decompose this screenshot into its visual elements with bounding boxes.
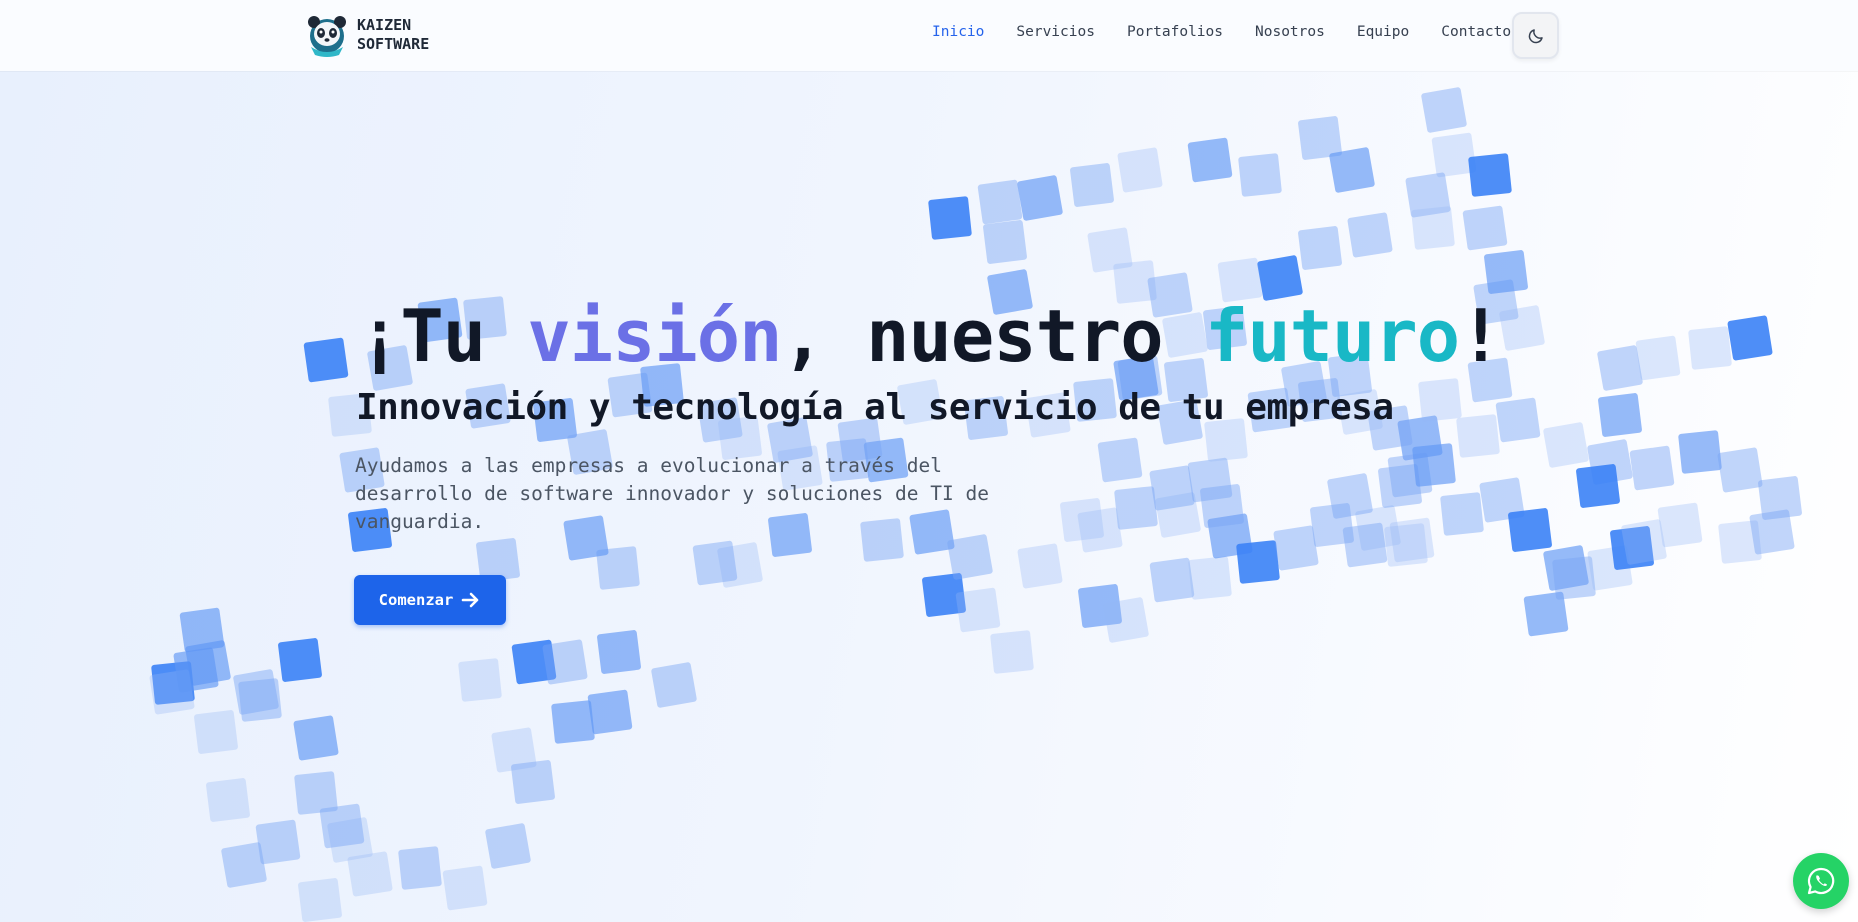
nav-item-contactos[interactable]: Contactos <box>1441 24 1520 40</box>
hero-title-part3: ! <box>1459 294 1502 378</box>
panda-logo-icon <box>308 16 346 57</box>
decorative-tile <box>277 637 323 683</box>
decorative-tile <box>1678 430 1722 474</box>
theme-toggle-button[interactable] <box>1512 12 1559 59</box>
decorative-tile <box>990 630 1034 674</box>
arrow-right-icon <box>461 591 481 609</box>
decorative-tile <box>1412 443 1456 487</box>
decorative-tile <box>1597 392 1643 438</box>
decorative-tile <box>1507 507 1553 553</box>
decorative-tile <box>955 587 1001 633</box>
decorative-tile <box>398 846 442 890</box>
decorative-tile <box>1688 326 1732 370</box>
brand-logo[interactable]: KAIZEN SOFTWARE <box>305 13 429 57</box>
decorative-tile <box>1236 540 1280 584</box>
decorative-tile <box>484 822 532 870</box>
decorative-tile <box>173 647 219 693</box>
decorative-tile <box>1495 397 1541 443</box>
decorative-tile <box>297 877 343 922</box>
decorative-tile <box>1498 304 1546 352</box>
decorative-tile <box>1757 475 1803 521</box>
decorative-tile <box>1629 445 1675 491</box>
nav-item-equipo[interactable]: Equipo <box>1357 24 1409 40</box>
decorative-tile <box>1542 421 1590 469</box>
decorative-tile <box>294 771 338 815</box>
decorative-tile <box>1238 153 1282 197</box>
decorative-tile <box>1456 414 1500 458</box>
decorative-tile <box>232 668 280 716</box>
main-nav: Inicio Servicios Portafolios Nosotros Eq… <box>932 24 1552 40</box>
decorative-tile <box>179 607 225 653</box>
decorative-tile <box>1114 486 1158 530</box>
decorative-tile <box>692 540 738 586</box>
decorative-tile <box>1097 437 1143 483</box>
decorative-tile <box>1462 205 1508 251</box>
decorative-tile <box>982 219 1028 265</box>
decorative-tile <box>293 715 339 761</box>
hero-title: ¡Tu visión, nuestro futuro! <box>358 294 1502 378</box>
decorative-tile <box>255 819 301 865</box>
decorative-tile <box>928 196 972 240</box>
decorative-tile <box>596 629 642 675</box>
decorative-tile <box>1326 472 1374 520</box>
nav-item-portafolios[interactable]: Portafolios <box>1127 24 1223 40</box>
decorative-tile <box>1657 502 1703 548</box>
decorative-tile <box>551 700 595 744</box>
decorative-tile <box>1187 137 1233 183</box>
decorative-tile <box>1016 174 1064 222</box>
decorative-tile <box>1384 523 1428 567</box>
nav-item-nosotros[interactable]: Nosotros <box>1255 24 1325 40</box>
decorative-tile <box>1420 86 1468 134</box>
decorative-tile <box>1059 497 1105 543</box>
decorative-tile <box>1017 543 1063 589</box>
decorative-tile <box>1347 212 1393 258</box>
decorative-tile <box>1102 596 1150 644</box>
decorative-tile <box>946 533 994 581</box>
brand-name-line1: KAIZEN <box>357 16 412 34</box>
decorative-tile <box>442 865 488 911</box>
hero-subtitle: Innovación y tecnología al servicio de t… <box>356 387 1394 428</box>
decorative-tile <box>458 658 502 702</box>
decorative-tile <box>510 759 556 805</box>
hero-title-part2: , nuestro <box>781 294 1205 378</box>
decorative-tile <box>1149 465 1195 511</box>
decorative-tile <box>1188 556 1232 600</box>
decorative-tile <box>587 689 633 735</box>
decorative-tile <box>1328 146 1376 194</box>
site-header: KAIZEN SOFTWARE Inicio Servicios Portafo… <box>0 0 1858 71</box>
decorative-tile <box>1717 447 1763 493</box>
comenzar-button-label: Comenzar <box>378 591 454 609</box>
moon-icon <box>1528 28 1543 43</box>
decorative-tile <box>193 709 239 755</box>
decorative-tile <box>303 337 349 383</box>
brand-name: KAIZEN SOFTWARE <box>357 16 429 54</box>
decorative-tile <box>977 179 1023 225</box>
decorative-tile <box>1727 315 1773 361</box>
decorative-tile <box>1342 522 1388 568</box>
decorative-tile <box>1187 457 1233 503</box>
nav-item-servicios[interactable]: Servicios <box>1016 24 1095 40</box>
brand-name-line2: SOFTWARE <box>357 35 430 53</box>
decorative-tile <box>1411 206 1455 250</box>
hero-description: Ayudamos a las empresas a evolucionar a … <box>355 454 989 533</box>
whatsapp-button[interactable] <box>1793 853 1849 909</box>
decorative-tile <box>1297 225 1343 271</box>
whatsapp-icon <box>1807 867 1835 895</box>
decorative-tile <box>1468 153 1512 197</box>
hero-title-highlight-vision: visión <box>527 294 782 378</box>
decorative-tile <box>542 639 588 685</box>
hero-title-part1: ¡Tu <box>358 294 528 378</box>
decorative-tile <box>1069 162 1115 208</box>
nav-item-inicio[interactable]: Inicio <box>932 24 984 40</box>
comenzar-button[interactable]: Comenzar <box>354 575 506 625</box>
decorative-tile <box>1117 147 1163 193</box>
decorative-tile <box>205 777 251 823</box>
decorative-tile <box>1418 378 1462 422</box>
decorative-tile <box>1440 492 1484 536</box>
decorative-tile <box>1635 335 1681 381</box>
decorative-tile <box>1575 463 1621 509</box>
decorative-tile <box>650 661 698 709</box>
hero-title-highlight-futuro: futuro <box>1204 294 1460 378</box>
decorative-tile <box>1483 249 1529 295</box>
